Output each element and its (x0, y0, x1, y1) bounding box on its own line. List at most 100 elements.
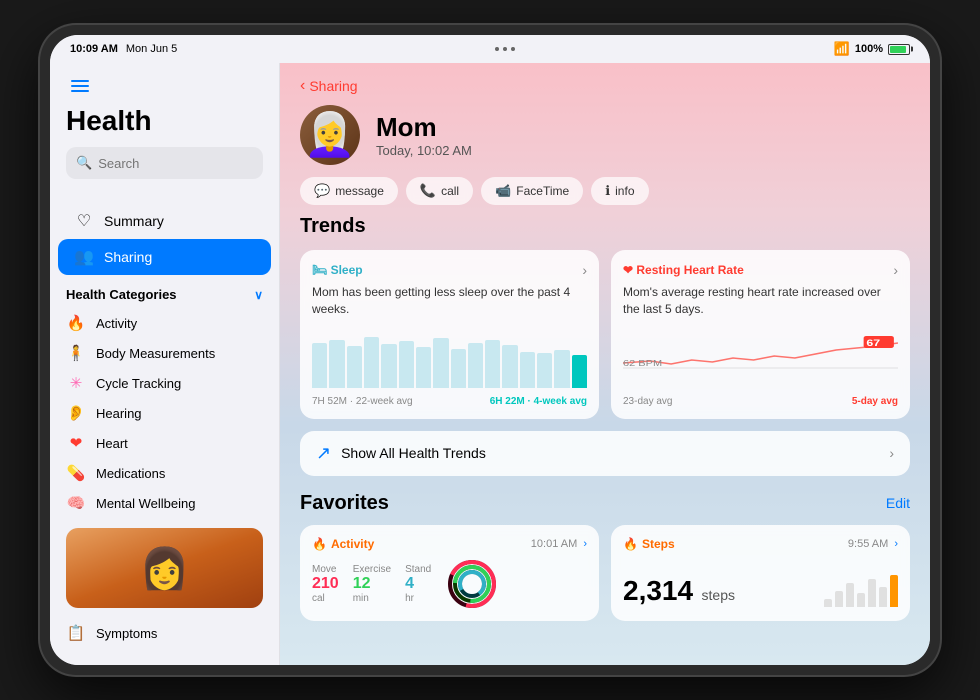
profile-photo-thumbnail: 👩 (66, 528, 263, 608)
category-activity[interactable]: 🔥 Activity (50, 308, 279, 338)
call-button[interactable]: 📞 call (406, 177, 473, 205)
sidebar-item-sharing[interactable]: 👥 Sharing (58, 239, 271, 275)
show-all-trends-button[interactable]: ↗ Show All Health Trends › (300, 431, 910, 476)
avatar-emoji: 👩‍🦳 (304, 111, 356, 160)
back-nav[interactable]: ‹ Sharing (300, 77, 910, 95)
stand-stat: Stand 4 hr (405, 564, 431, 604)
wifi-icon: 📶 (834, 41, 850, 57)
app-content: Health 🔍 🎤 ♡ Summary 👥 Sharing (50, 63, 930, 665)
activity-chevron-icon[interactable]: › (583, 538, 587, 550)
sidebar-toggle[interactable] (66, 75, 94, 97)
stand-value: 4 (405, 575, 431, 593)
category-medications[interactable]: 💊 Medications (50, 458, 279, 488)
activity-rings: Move 210 cal Exercise (312, 559, 587, 609)
info-button[interactable]: ℹ info (591, 177, 648, 205)
sleep-chevron-icon[interactable]: › (582, 262, 587, 278)
category-body-measurements[interactable]: 🧍 Body Measurements (50, 338, 279, 368)
trends-icon: ↗ (316, 443, 331, 464)
sharing-label: Sharing (104, 249, 152, 265)
sleep-bar (485, 340, 500, 387)
steps-fav-icon: 🔥 (623, 537, 638, 551)
exercise-value: 12 (353, 575, 391, 593)
chevron-down-icon[interactable]: ∨ (254, 288, 263, 302)
profile-section: 👩‍🦳 Mom Today, 10:02 AM (300, 105, 910, 165)
activity-fav-icon: 🔥 (312, 537, 327, 551)
step-bar (846, 583, 854, 607)
call-icon: 📞 (420, 183, 436, 199)
avatar: 👩‍🦳 (300, 105, 360, 165)
sidebar-item-symptoms[interactable]: 📋 Symptoms (50, 618, 279, 648)
category-mental-wellbeing[interactable]: 🧠 Mental Wellbeing (50, 488, 279, 518)
steps-fav-time: 9:55 AM › (848, 538, 898, 550)
symptoms-icon: 📋 (66, 624, 86, 642)
stand-label: Stand (405, 564, 431, 575)
search-bar[interactable]: 🔍 🎤 (66, 147, 263, 179)
cycle-tracking-label: Cycle Tracking (96, 376, 181, 391)
steps-chevron-icon[interactable]: › (894, 538, 898, 550)
heart-icon: ❤ (66, 434, 86, 452)
favorites-title: Favorites (300, 492, 389, 515)
sleep-highlight-label: 6H 22M · 4-week avg (490, 396, 587, 407)
category-hearing[interactable]: 👂 Hearing (50, 398, 279, 428)
steps-value-container: 2,314 steps (623, 575, 735, 607)
steps-value: 2,314 (623, 575, 693, 606)
medications-icon: 💊 (66, 464, 86, 482)
sleep-label: 🛏 Sleep (312, 263, 363, 277)
category-heart[interactable]: ❤ Heart (50, 428, 279, 458)
stand-unit: hr (405, 593, 431, 604)
summary-label: Summary (104, 213, 164, 229)
info-icon: ℹ (605, 183, 610, 199)
hearing-label: Hearing (96, 406, 142, 421)
mental-wellbeing-label: Mental Wellbeing (96, 496, 195, 511)
heart-rate-description: Mom's average resting heart rate increas… (623, 284, 898, 318)
profile-name: Mom (376, 112, 472, 143)
exercise-stat: Exercise 12 min (353, 564, 391, 604)
category-cycle-tracking[interactable]: ✳ Cycle Tracking (50, 368, 279, 398)
sidebar-item-summary[interactable]: ♡ Summary (58, 203, 271, 239)
heart-label: Heart (96, 436, 128, 451)
info-label: info (615, 184, 634, 198)
favorites-header: Favorites Edit (300, 492, 910, 515)
app-title: Health (66, 105, 263, 137)
heart-rate-chevron-icon[interactable]: › (893, 262, 898, 278)
back-chevron-icon: ‹ (300, 77, 305, 95)
activity-card-header: 🔥 Activity 10:01 AM › (312, 537, 587, 551)
activity-stats: Move 210 cal Exercise (312, 564, 431, 604)
search-input[interactable] (98, 156, 274, 171)
mental-wellbeing-icon: 🧠 (66, 494, 86, 512)
sleep-bar-highlight (572, 355, 587, 388)
sleep-bar (520, 352, 535, 388)
sleep-bar (451, 349, 466, 388)
sleep-card-header: 🛏 Sleep › (312, 262, 587, 278)
exercise-unit: min (353, 593, 391, 604)
move-value: 210 (312, 575, 339, 593)
favorites-grid: 🔥 Activity 10:01 AM › (300, 525, 910, 621)
status-date: Mon Jun 5 (126, 43, 177, 55)
show-all-left: ↗ Show All Health Trends (316, 443, 486, 464)
activity-fav-label: 🔥 Activity (312, 537, 374, 551)
sleep-bar (347, 346, 362, 388)
activity-icon: 🔥 (66, 314, 86, 332)
main-scroll[interactable]: Trends 🛏 Sleep › Mom has been getting le… (280, 215, 930, 665)
heart-rate-trend-card: ❤ Resting Heart Rate › Mom's average res… (611, 250, 910, 419)
battery-percent: 100% (855, 43, 883, 55)
facetime-button[interactable]: 📹 FaceTime (481, 177, 583, 205)
step-bar-today (890, 575, 898, 607)
heart-rate-chart-labels: 23-day avg 5-day avg (623, 396, 898, 407)
message-button[interactable]: 💬 message (300, 177, 398, 205)
sharing-icon: 👥 (74, 247, 94, 267)
activity-label: Activity (96, 316, 137, 331)
back-label: Sharing (309, 78, 357, 94)
profile-time: Today, 10:02 AM (376, 143, 472, 158)
health-categories-header: Health Categories ∨ (50, 275, 279, 308)
heart-rate-chart: 62 BPM 67 (623, 328, 898, 388)
main-content: ‹ Sharing 👩‍🦳 Mom Today, 10:02 AM (280, 63, 930, 665)
steps-bars (824, 567, 898, 607)
health-categories-title: Health Categories (66, 287, 177, 302)
favorites-edit-button[interactable]: Edit (886, 495, 910, 511)
sleep-bar (329, 340, 344, 388)
hearing-icon: 👂 (66, 404, 86, 422)
step-bar (824, 599, 832, 607)
steps-card-header: 🔥 Steps 9:55 AM › (623, 537, 898, 551)
photo-placeholder: 👩 (66, 528, 263, 608)
